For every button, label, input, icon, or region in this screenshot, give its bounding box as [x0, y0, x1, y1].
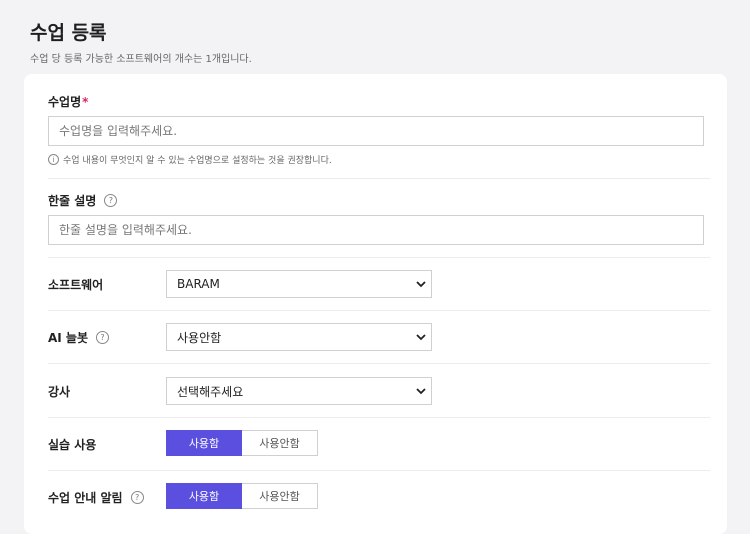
notice-on-button[interactable]: 사용함 — [166, 483, 242, 509]
question-circle-icon[interactable]: ? — [104, 194, 118, 207]
short-desc-input[interactable] — [48, 215, 704, 245]
divider — [48, 257, 710, 258]
question-circle-icon[interactable]: ? — [96, 331, 110, 344]
class-name-label-text: 수업명 — [48, 95, 82, 109]
software-select[interactable]: BARAM — [166, 270, 432, 298]
short-desc-label: 한줄 설명 ? — [48, 192, 118, 209]
short-desc-label-text: 한줄 설명 — [48, 194, 97, 208]
instructor-selected-value: 선택해주세요 — [177, 384, 244, 399]
divider — [48, 310, 710, 311]
question-circle-icon[interactable]: ? — [130, 491, 144, 504]
class-name-label: 수업명 * — [48, 93, 88, 110]
chevron-down-icon — [416, 281, 426, 288]
notice-label-text: 수업 안내 알림 — [48, 491, 123, 505]
chevron-down-icon — [416, 334, 426, 341]
divider — [48, 363, 710, 364]
practice-toggle: 사용함 사용안함 — [166, 430, 318, 456]
class-name-hint: i 수업 내용이 무엇인지 알 수 있는 수업명으로 설정하는 것을 권장합니다… — [48, 153, 332, 166]
notice-label: 수업 안내 알림 ? — [48, 489, 144, 506]
notice-toggle: 사용함 사용안함 — [166, 483, 318, 509]
ai-notebook-selected-value: 사용안함 — [177, 330, 222, 345]
instructor-select[interactable]: 선택해주세요 — [166, 377, 432, 405]
info-circle-icon: i — [48, 154, 59, 165]
page-title: 수업 등록 — [30, 22, 107, 44]
practice-on-button[interactable]: 사용함 — [166, 430, 242, 456]
instructor-label: 강사 — [48, 385, 71, 399]
form-card: 수업명* i 수업 내용이 무엇인지 알 수 있는 수업명으로 설정하는 것을 … — [24, 74, 727, 534]
class-name-input[interactable] — [48, 116, 704, 146]
software-selected-value: BARAM — [177, 277, 220, 291]
chevron-down-icon — [416, 388, 426, 395]
class-name-hint-text: 수업 내용이 무엇인지 알 수 있는 수업명으로 설정하는 것을 권장합니다. — [63, 156, 332, 166]
practice-label: 실습 사용 — [48, 438, 97, 452]
divider — [48, 417, 710, 418]
practice-off-button[interactable]: 사용안함 — [242, 430, 318, 456]
ai-notebook-label-text: AI 늘봇 — [48, 331, 89, 345]
software-label: 소프트웨어 — [48, 278, 104, 292]
page-subtitle: 수업 당 등록 가능한 소프트웨어의 개수는 1개입니다. — [30, 54, 252, 65]
notice-off-button[interactable]: 사용안함 — [242, 483, 318, 509]
divider — [48, 470, 710, 471]
ai-notebook-select[interactable]: 사용안함 — [166, 323, 432, 351]
required-mark: * — [82, 94, 89, 109]
divider — [48, 178, 710, 179]
ai-notebook-label: AI 늘봇 ? — [48, 329, 110, 346]
